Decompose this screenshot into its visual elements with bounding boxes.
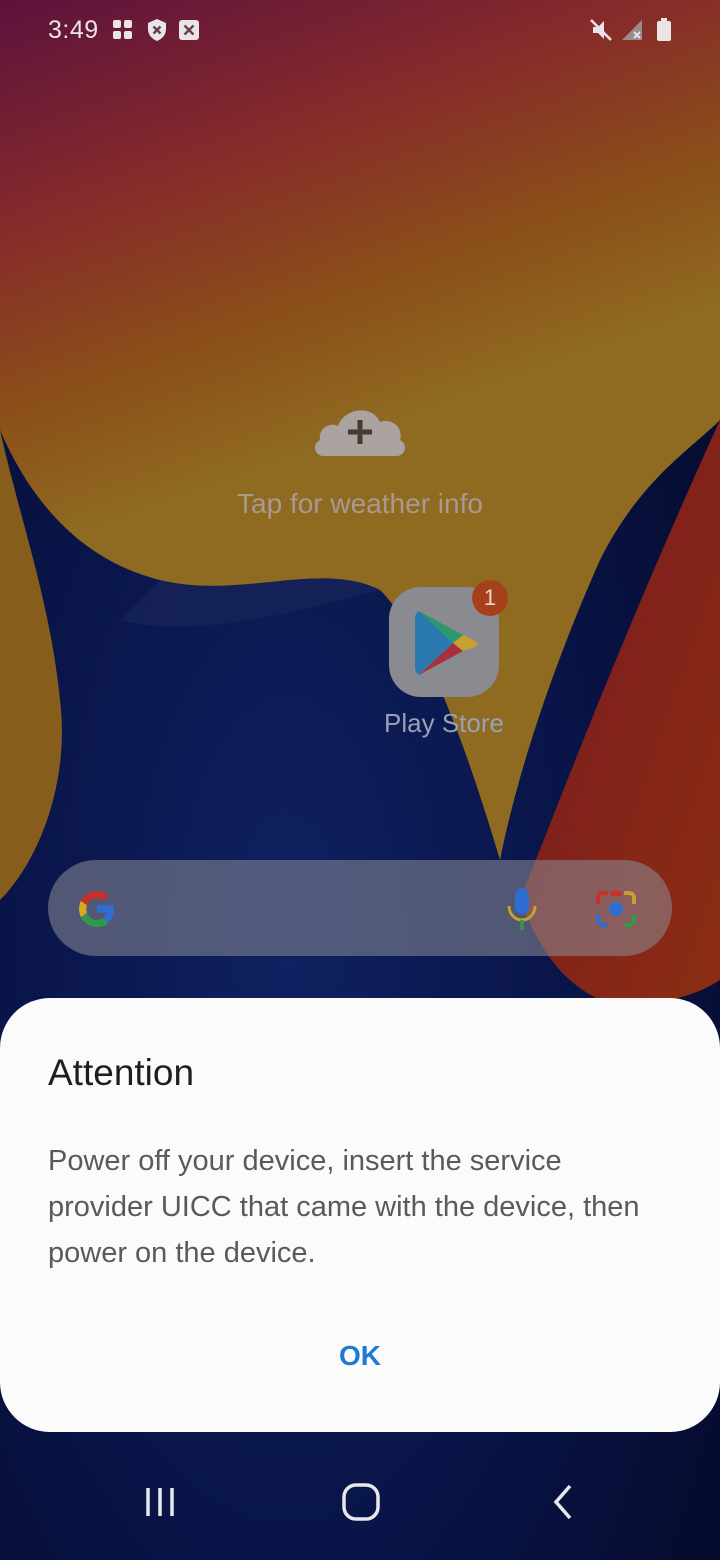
mute-icon (590, 19, 612, 41)
back-button[interactable] (548, 1482, 578, 1522)
shield-icon (148, 19, 166, 41)
home-button[interactable] (340, 1482, 382, 1522)
apps-icon (113, 20, 132, 39)
close-box-icon (179, 20, 199, 40)
google-g-icon (79, 891, 114, 927)
ok-button[interactable]: OK (300, 1328, 420, 1384)
signal-off-icon (622, 20, 642, 40)
navigation-bar (0, 1440, 720, 1560)
cloud-plus-icon (315, 410, 405, 456)
weather-text: Tap for weather info (237, 488, 483, 519)
recents-button[interactable] (140, 1482, 180, 1522)
phone-screen: 3:49 Tap for weather info 1 Play Store A… (0, 0, 720, 1560)
battery-icon (657, 18, 671, 41)
play-store-icon (415, 611, 478, 675)
attention-dialog: Attention Power off your device, insert … (0, 998, 720, 1432)
play-store-label: Play Store (384, 708, 504, 738)
dialog-title: Attention (48, 1052, 195, 1093)
camera-lens-icon[interactable] (594, 888, 638, 930)
status-time: 3:49 (48, 16, 99, 44)
dialog-message: Power off your device, insert the servic… (48, 1145, 640, 1269)
google-search-bar[interactable] (48, 860, 672, 956)
status-bar: 3:49 (0, 0, 720, 64)
notification-badge: 1 (472, 580, 508, 616)
microphone-icon[interactable] (506, 886, 538, 932)
weather-widget[interactable]: Tap for weather info (200, 400, 520, 530)
